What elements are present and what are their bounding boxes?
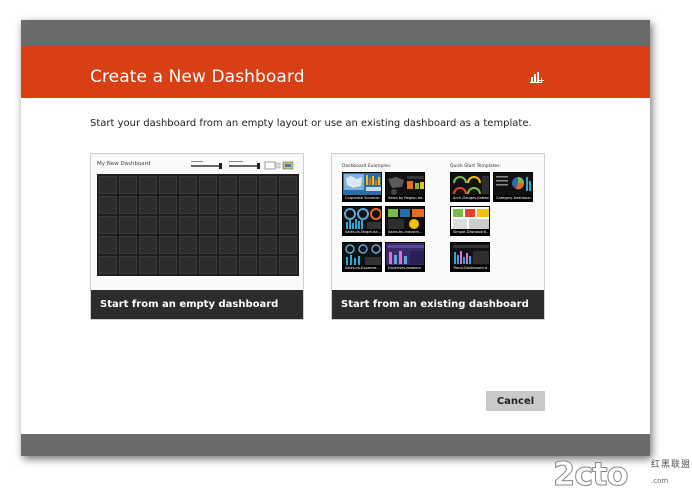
- grid-cell: [139, 176, 157, 194]
- grid-cell: [239, 176, 257, 194]
- grid-cell: [99, 176, 117, 194]
- grid-cell: [199, 256, 217, 274]
- grid-cell: [259, 236, 277, 254]
- preview-toolbar: [191, 161, 294, 170]
- example-name: Sales-vs-Target.da...: [343, 229, 381, 235]
- instruction-text: Start your dashboard from an empty layou…: [90, 118, 532, 129]
- grid-cell: [279, 256, 297, 274]
- template-thumb[interactable]: Arch-Gauges.dabeom: [450, 172, 490, 202]
- grid-cell: [159, 176, 177, 194]
- existing-dashboard-caption: Start from an existing dashboard: [332, 290, 544, 319]
- template-thumb[interactable]: Category-Dashboar...: [493, 172, 533, 202]
- grid-cell: [239, 256, 257, 274]
- grid-cell: [279, 216, 297, 234]
- grid-cell: [259, 256, 277, 274]
- bottom-bar: [21, 434, 650, 456]
- template-thumb[interactable]: Simple-Dashboard...: [450, 206, 490, 236]
- existing-dashboard-preview: Dashboard Examples: Quick Start Template…: [332, 154, 544, 290]
- empty-dashboard-caption: Start from an empty dashboard: [91, 290, 303, 319]
- existing-dashboard-option[interactable]: Dashboard Examples: Quick Start Template…: [331, 153, 545, 320]
- example-name: Sales-by-Industry...: [386, 229, 424, 235]
- grid-cell: [219, 236, 237, 254]
- template-name: Category-Dashboar...: [494, 195, 532, 201]
- grid-cell: [199, 176, 217, 194]
- dialog-window: Create a New Dashboard Start your dashbo…: [21, 20, 650, 456]
- grid-cell: [179, 256, 197, 274]
- example-name: Expenses.dabeom: [386, 265, 424, 271]
- example-name: Corporate Scorecar...: [343, 195, 381, 201]
- grid-cell: [179, 176, 197, 194]
- grid-cell: [219, 216, 237, 234]
- grid-cell: [159, 236, 177, 254]
- grid-cell: [179, 236, 197, 254]
- watermark-logo: 2cto: [553, 455, 630, 494]
- watermark-cn-text: 红黑联盟: [651, 460, 692, 470]
- grid-cell: [139, 196, 157, 214]
- grid-cell: [259, 176, 277, 194]
- template-name: Trend-Dashboard.d...: [451, 265, 489, 271]
- example-thumb[interactable]: Sales-vs-Expense...: [342, 242, 382, 272]
- grid-cell: [139, 256, 157, 274]
- example-name: Sales-vs-Expense...: [343, 265, 381, 271]
- grid-cell: [199, 236, 217, 254]
- example-thumb[interactable]: Sales-vs-Target.da...: [342, 206, 382, 236]
- grid-cell: [159, 196, 177, 214]
- grid-cell: [199, 216, 217, 234]
- example-thumb[interactable]: Sales by Region.da...: [385, 172, 425, 202]
- grid-cell: [219, 176, 237, 194]
- grid-cell: [239, 236, 257, 254]
- template-name: Arch-Gauges.dabeom: [451, 195, 489, 201]
- grid-cell: [119, 216, 137, 234]
- grid-cell: [199, 196, 217, 214]
- example-thumb[interactable]: Corporate Scorecar...: [342, 172, 382, 202]
- bar-chart-add-icon: [530, 72, 544, 83]
- grid-cell: [99, 256, 117, 274]
- grid-cell: [259, 196, 277, 214]
- grid-cell: [279, 176, 297, 194]
- grid-cell: [119, 256, 137, 274]
- example-thumb[interactable]: Sales-by-Industry...: [385, 206, 425, 236]
- grid-cell: [99, 196, 117, 214]
- watermark-url: .com: [651, 477, 669, 485]
- grid-cell: [219, 256, 237, 274]
- empty-dashboard-preview: My New Dashboard: [91, 154, 303, 290]
- grid-cell: [239, 216, 257, 234]
- grid-cell: [99, 216, 117, 234]
- grid-cell: [179, 196, 197, 214]
- watermark: 2cto 红黑联盟 .com: [553, 455, 692, 495]
- template-name: Simple-Dashboard...: [451, 229, 489, 235]
- grid-cell: [139, 216, 157, 234]
- grid-cell: [159, 216, 177, 234]
- grid-cell: [139, 236, 157, 254]
- grid-cell: [159, 256, 177, 274]
- grid-cell: [219, 196, 237, 214]
- example-thumb[interactable]: Expenses.dabeom: [385, 242, 425, 272]
- grid-cell: [119, 176, 137, 194]
- empty-layout-grid: [97, 174, 299, 276]
- templates-label: Quick Start Templates:: [450, 164, 501, 169]
- dialog-title: Create a New Dashboard: [90, 67, 305, 87]
- grid-cell: [279, 196, 297, 214]
- cancel-button[interactable]: Cancel: [486, 391, 545, 411]
- template-thumb[interactable]: Trend-Dashboard.d...: [450, 242, 490, 272]
- grid-cell: [119, 236, 137, 254]
- grid-cell: [119, 196, 137, 214]
- example-name: Sales by Region.da...: [386, 195, 424, 201]
- examples-label: Dashboard Examples:: [342, 164, 392, 169]
- grid-cell: [239, 196, 257, 214]
- top-bar: [21, 20, 650, 46]
- grid-cell: [279, 236, 297, 254]
- grid-cell: [99, 236, 117, 254]
- empty-dashboard-option[interactable]: My New Dashboard Start from an empty das…: [90, 153, 304, 320]
- preview-dashboard-title: My New Dashboard: [97, 161, 151, 167]
- grid-cell: [259, 216, 277, 234]
- grid-cell: [179, 216, 197, 234]
